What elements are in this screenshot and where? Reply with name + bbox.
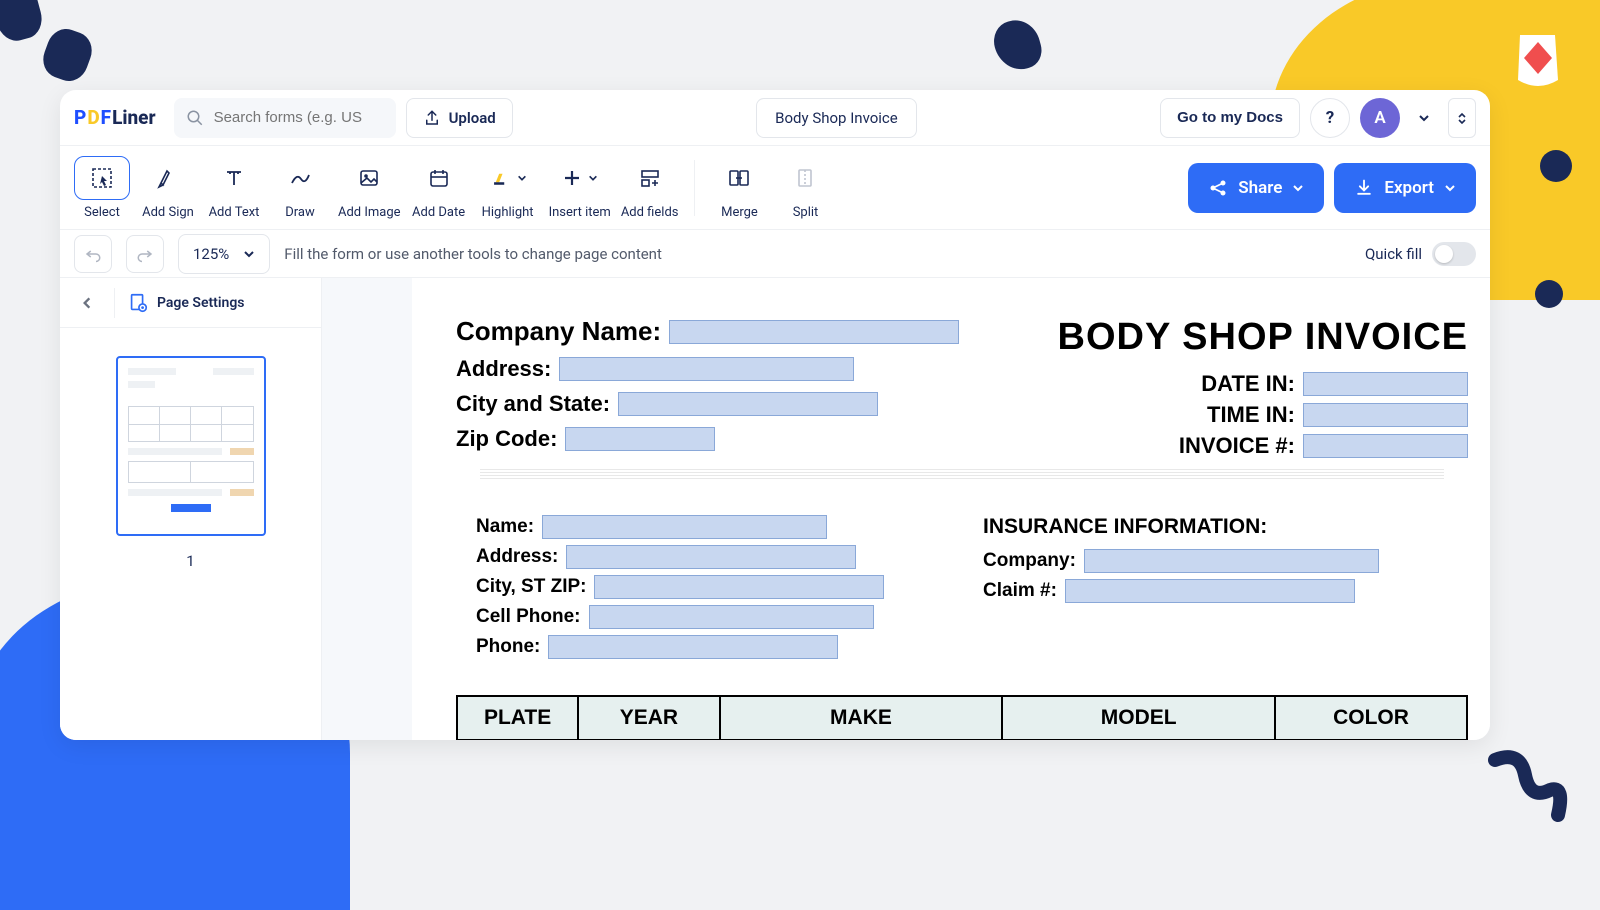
- zip-label: Zip Code:: [456, 426, 557, 452]
- topbar: PDFLiner Upload Body Shop Invoice Go to …: [60, 90, 1490, 146]
- customer-name-label: Name:: [476, 516, 534, 538]
- city-state-field[interactable]: [618, 392, 878, 416]
- customer-phone-label: Phone:: [476, 636, 540, 658]
- sub-toolbar: 125% Fill the form or use another tools …: [60, 230, 1490, 278]
- customer-phone-field[interactable]: [548, 635, 838, 659]
- invoice-no-field[interactable]: [1303, 434, 1468, 458]
- date-in-field[interactable]: [1303, 372, 1468, 396]
- zip-field[interactable]: [565, 427, 715, 451]
- company-name-field[interactable]: [669, 320, 959, 344]
- chevron-down-icon: [1444, 182, 1456, 194]
- invoice-no-label: INVOICE #:: [1155, 433, 1295, 459]
- tool-add-text[interactable]: Add Text: [206, 156, 262, 220]
- address-label: Address:: [456, 356, 551, 382]
- table-header: MODEL: [1002, 696, 1275, 740]
- company-name-label: Company Name:: [456, 316, 661, 347]
- customer-cell-field[interactable]: [589, 605, 874, 629]
- zoom-select[interactable]: 125%: [178, 234, 270, 274]
- undo-button[interactable]: [74, 235, 112, 273]
- chevron-down-icon: [1292, 182, 1304, 194]
- customer-city-label: City, ST ZIP:: [476, 576, 586, 598]
- search-box[interactable]: [174, 98, 396, 138]
- search-icon: [186, 109, 204, 127]
- upload-button[interactable]: Upload: [406, 98, 513, 138]
- insurance-section-title: INSURANCE INFORMATION:: [983, 515, 1448, 539]
- app-window: PDFLiner Upload Body Shop Invoice Go to …: [60, 90, 1490, 740]
- page-settings-icon: [127, 292, 149, 314]
- decorative-squiggle: [1480, 745, 1570, 830]
- claim-field[interactable]: [1065, 579, 1355, 603]
- table-header: PLATE: [457, 696, 578, 740]
- toolbar: Select Add Sign Add Text Draw Add Image …: [60, 146, 1490, 230]
- tool-split[interactable]: Split: [777, 156, 833, 220]
- help-button[interactable]: ?: [1310, 98, 1350, 138]
- document-page: Company Name: Address: City and State: Z…: [412, 278, 1490, 740]
- table-header: COLOR: [1275, 696, 1467, 740]
- invoice-title: BODY SHOP INVOICE: [1058, 316, 1468, 359]
- page-thumbnail[interactable]: [116, 356, 266, 536]
- hint-text: Fill the form or use another tools to ch…: [284, 245, 662, 263]
- insurance-company-label: Company:: [983, 550, 1076, 572]
- insurance-company-field[interactable]: [1084, 549, 1379, 573]
- customer-cell-label: Cell Phone:: [476, 606, 581, 628]
- thumbnail-number: 1: [78, 552, 303, 570]
- sidebar: Page Settings 1: [60, 278, 322, 740]
- app-logo[interactable]: PDFLiner: [74, 106, 156, 129]
- quickfill-label: Quick fill: [1365, 245, 1422, 263]
- goto-docs-button[interactable]: Go to my Docs: [1160, 98, 1300, 138]
- date-in-label: DATE IN:: [1155, 371, 1295, 397]
- page-settings-button[interactable]: Page Settings: [127, 292, 245, 314]
- tool-add-sign[interactable]: Add Sign: [140, 156, 196, 220]
- sidebar-collapse-button[interactable]: [72, 288, 102, 318]
- upload-icon: [423, 109, 441, 127]
- customer-city-field[interactable]: [594, 575, 884, 599]
- export-button[interactable]: Export: [1334, 163, 1476, 213]
- tool-insert-item[interactable]: Insert item: [549, 156, 611, 220]
- vehicle-table: PLATE YEAR MAKE MODEL COLOR: [456, 695, 1468, 740]
- tool-add-image[interactable]: Add Image: [338, 156, 401, 220]
- search-input[interactable]: [214, 109, 384, 126]
- share-button[interactable]: Share: [1188, 163, 1324, 213]
- address-field[interactable]: [559, 357, 854, 381]
- redo-button[interactable]: [126, 235, 164, 273]
- divider: [480, 469, 1444, 479]
- canvas[interactable]: Company Name: Address: City and State: Z…: [322, 278, 1490, 740]
- tool-draw[interactable]: Draw: [272, 156, 328, 220]
- download-icon: [1354, 178, 1374, 198]
- document-title[interactable]: Body Shop Invoice: [756, 98, 917, 138]
- upload-label: Upload: [449, 109, 496, 127]
- table-header: MAKE: [720, 696, 1003, 740]
- brand-mark-icon: [1510, 30, 1565, 90]
- time-in-field[interactable]: [1303, 403, 1468, 427]
- claim-label: Claim #:: [983, 580, 1057, 602]
- tool-select[interactable]: Select: [74, 156, 130, 220]
- table-header: YEAR: [578, 696, 719, 740]
- chevron-down-icon: [243, 248, 255, 260]
- tool-add-date[interactable]: Add Date: [411, 156, 467, 220]
- quickfill-toggle[interactable]: [1432, 242, 1476, 266]
- avatar[interactable]: A: [1360, 98, 1400, 138]
- time-in-label: TIME IN:: [1155, 402, 1295, 428]
- customer-name-field[interactable]: [542, 515, 827, 539]
- more-button[interactable]: [1448, 98, 1476, 138]
- tool-merge[interactable]: Merge: [711, 156, 767, 220]
- customer-address-field[interactable]: [566, 545, 856, 569]
- share-icon: [1208, 178, 1228, 198]
- account-menu-chevron[interactable]: [1410, 98, 1438, 138]
- customer-address-label: Address:: [476, 546, 558, 568]
- tool-add-fields[interactable]: Add fields: [621, 156, 679, 220]
- city-state-label: City and State:: [456, 391, 610, 417]
- tool-highlight[interactable]: Highlight: [477, 156, 539, 220]
